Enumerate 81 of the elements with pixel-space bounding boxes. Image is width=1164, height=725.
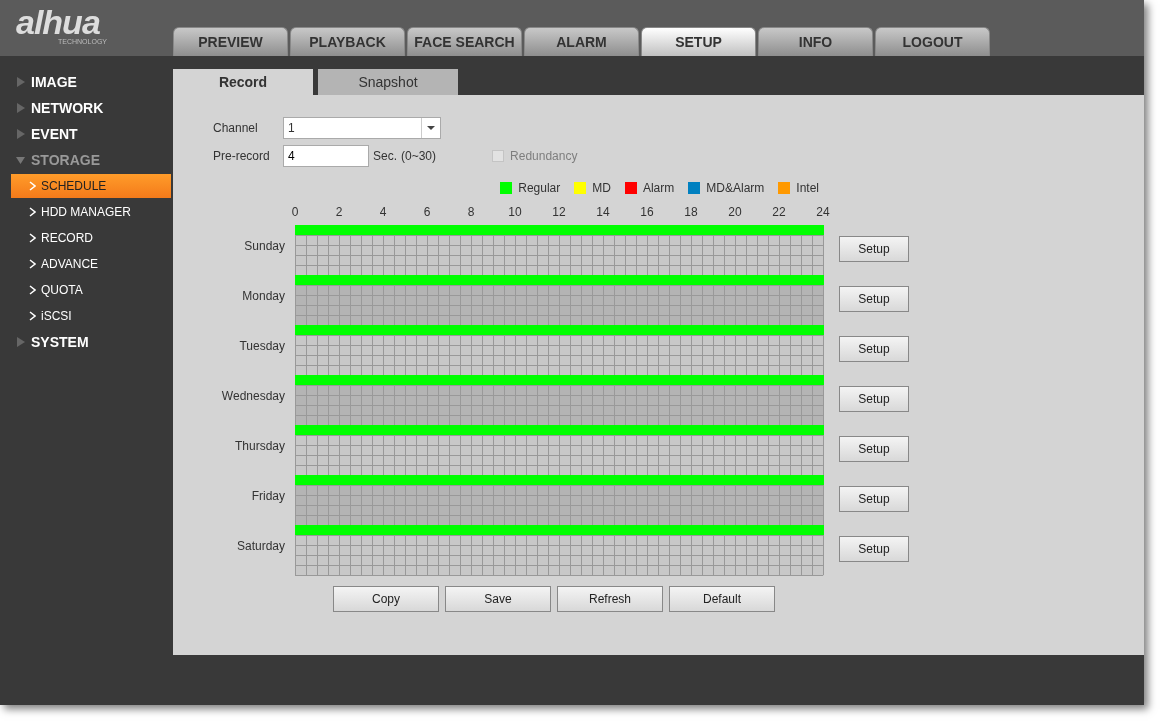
action-button[interactable]: Default [669, 586, 775, 612]
hour-tick-label: 16 [640, 205, 654, 219]
channel-dropdown[interactable]: 1 [283, 117, 441, 139]
menu-item[interactable]: NETWORK [0, 95, 173, 121]
menu-item[interactable]: STORAGE [0, 147, 173, 173]
nav-tab[interactable]: SETUP [641, 27, 756, 56]
chevron-right-icon [29, 259, 36, 269]
field-label: Pre-record [213, 149, 271, 163]
day-label: Sunday [244, 239, 285, 253]
time-grid[interactable] [294, 534, 824, 576]
day-label: Monday [242, 289, 285, 303]
sub-tab[interactable]: Snapshot [318, 69, 458, 95]
legend-label: Intel [796, 180, 819, 195]
legend-label: Alarm [642, 180, 675, 195]
day-label: Wednesday [221, 389, 285, 403]
legend-label: Regular [518, 180, 561, 195]
setup-button[interactable]: Setup [839, 486, 909, 512]
range-hint: (0~30) [401, 149, 437, 163]
nav-tab[interactable]: PREVIEW [173, 27, 288, 56]
day-label: Tuesday [239, 339, 285, 353]
triangle-right-icon [16, 103, 25, 113]
triangle-right-icon [16, 337, 25, 347]
time-grid[interactable] [294, 484, 824, 526]
nav-tab[interactable]: FACE SEARCH [407, 27, 522, 56]
hour-tick-label: 6 [423, 205, 431, 219]
checkbox-label: Redundancy [510, 149, 578, 163]
sub-tab[interactable]: Record [173, 69, 313, 95]
chevron-right-icon [29, 207, 36, 217]
chevron-right-icon [29, 285, 36, 295]
setup-button[interactable]: Setup [839, 336, 909, 362]
chevron-right-icon [29, 233, 36, 243]
hour-tick-label: 2 [335, 205, 343, 219]
hour-tick-label: 12 [552, 205, 566, 219]
setup-button[interactable]: Setup [839, 536, 909, 562]
nav-tab[interactable]: PLAYBACK [290, 27, 405, 56]
menu-item[interactable]: EVENT [0, 121, 173, 147]
time-grid[interactable] [294, 334, 824, 376]
hour-tick-label: 20 [728, 205, 742, 219]
nav-tab[interactable]: LOGOUT [875, 27, 990, 56]
time-grid[interactable] [294, 434, 824, 476]
setup-button[interactable]: Setup [839, 286, 909, 312]
submenu-item[interactable]: iSCSI [11, 304, 171, 328]
setup-button[interactable]: Setup [839, 386, 909, 412]
hour-tick-label: 8 [467, 205, 475, 219]
submenu-item[interactable]: HDD MANAGER [11, 200, 171, 224]
field-label: Channel [213, 121, 259, 135]
menu-item[interactable]: IMAGE [0, 69, 173, 95]
menu-item[interactable]: SYSTEM [0, 329, 173, 355]
pre-record-input[interactable]: 4 [283, 145, 369, 167]
submenu-item[interactable]: RECORD [11, 226, 171, 250]
hour-tick-label: 22 [772, 205, 786, 219]
hour-tick-label: 24 [816, 205, 830, 219]
setup-button[interactable]: Setup [839, 436, 909, 462]
time-grid[interactable] [294, 284, 824, 326]
triangle-right-icon [16, 129, 25, 139]
day-label: Thursday [234, 439, 285, 453]
hour-tick-label: 14 [596, 205, 610, 219]
triangle-down-icon [16, 155, 25, 165]
time-grid[interactable] [294, 384, 824, 426]
chevron-right-icon [29, 311, 36, 321]
chevron-right-icon [29, 181, 36, 191]
triangle-right-icon [16, 77, 25, 87]
unit-label: Sec. [373, 149, 397, 163]
action-button[interactable]: Refresh [557, 586, 663, 612]
action-button[interactable]: Copy [333, 586, 439, 612]
legend-label: MD&Alarm [706, 180, 765, 195]
legend-label: MD [592, 180, 611, 195]
setup-button[interactable]: Setup [839, 236, 909, 262]
nav-tab[interactable]: ALARM [524, 27, 639, 56]
day-label: Saturday [236, 539, 285, 553]
submenu-item[interactable]: SCHEDULE [11, 174, 171, 198]
hour-tick-label: 4 [379, 205, 387, 219]
hour-tick-label: 10 [508, 205, 522, 219]
day-label: Friday [251, 489, 285, 503]
hour-tick-label: 0 [291, 205, 299, 219]
submenu-item[interactable]: ADVANCE [11, 252, 171, 276]
hour-tick-label: 18 [684, 205, 698, 219]
nav-tab[interactable]: INFO [758, 27, 873, 56]
action-button[interactable]: Save [445, 586, 551, 612]
submenu-item[interactable]: QUOTA [11, 278, 171, 302]
time-grid[interactable] [294, 234, 824, 276]
